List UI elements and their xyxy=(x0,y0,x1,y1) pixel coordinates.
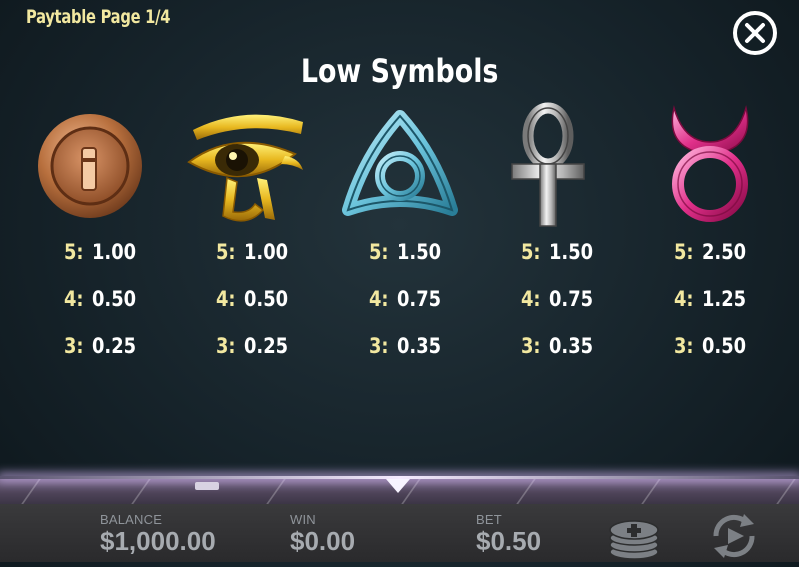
pay-row-5: 5: 2.50 xyxy=(674,240,784,287)
pay-row-3: 3: 0.25 xyxy=(64,334,174,381)
pay-row-5: 5: 1.00 xyxy=(64,240,174,287)
eye-of-horus-icon xyxy=(187,114,303,222)
pay-count: 3: xyxy=(674,334,694,358)
pay-value: 1.50 xyxy=(397,240,442,264)
pay-count: 3: xyxy=(521,334,541,358)
pay-count: 4: xyxy=(674,287,694,311)
balance-value: $1,000.00 xyxy=(100,526,216,556)
bet-label: BET xyxy=(476,512,502,527)
symbol-ankh xyxy=(478,100,618,230)
pay-row-4: 4: 0.50 xyxy=(216,287,326,334)
pay-count: 4: xyxy=(64,287,84,311)
pay-row-4: 4: 0.50 xyxy=(64,287,174,334)
symbol-eye-of-horus xyxy=(175,100,315,230)
pay-count: 4: xyxy=(521,287,541,311)
pay-count: 5: xyxy=(521,240,541,264)
tab-marker xyxy=(195,482,219,490)
pay-value: 0.50 xyxy=(244,287,289,311)
win-label: WIN xyxy=(290,512,316,527)
pay-value: 0.50 xyxy=(92,287,137,311)
pay-count: 3: xyxy=(216,334,236,358)
spin-icon xyxy=(713,514,755,558)
bronze-coin-icon xyxy=(38,114,142,218)
pay-value: 0.50 xyxy=(702,334,747,358)
spin-button[interactable] xyxy=(706,510,762,562)
pay-value: 1.50 xyxy=(549,240,594,264)
pay-count: 3: xyxy=(369,334,389,358)
paytable-column-4: 5: 1.50 4: 0.75 3: 0.35 xyxy=(521,240,631,381)
pay-row-3: 3: 0.35 xyxy=(369,334,479,381)
pay-count: 5: xyxy=(369,240,389,264)
pay-value: 0.75 xyxy=(397,287,442,311)
pay-value: 2.50 xyxy=(702,240,747,264)
pay-value: 0.25 xyxy=(244,334,289,358)
ankh-icon xyxy=(511,102,585,227)
chip-stack-icon xyxy=(609,520,659,560)
pay-value: 1.00 xyxy=(92,240,137,264)
taurus-symbol-icon xyxy=(671,105,749,222)
pay-value: 0.35 xyxy=(549,334,594,358)
symbol-triquetra xyxy=(330,100,470,230)
paytable-column-2: 5: 1.00 4: 0.50 3: 0.25 xyxy=(216,240,326,381)
pay-row-5: 5: 1.50 xyxy=(369,240,479,287)
pay-count: 3: xyxy=(64,334,84,358)
paytable-column-1: 5: 1.00 4: 0.50 3: 0.25 xyxy=(64,240,174,381)
pay-row-5: 5: 1.50 xyxy=(521,240,631,287)
bet-value: $0.50 xyxy=(476,526,542,556)
symbol-bronze-coin xyxy=(20,100,160,230)
pay-row-3: 3: 0.25 xyxy=(216,334,326,381)
pay-row-5: 5: 1.00 xyxy=(216,240,326,287)
pay-count: 5: xyxy=(64,240,84,264)
notch-indicator xyxy=(386,479,410,493)
close-icon xyxy=(733,11,777,55)
paytable-page-label: Paytable Page 1/4 xyxy=(26,6,171,28)
bet-adjust-button[interactable] xyxy=(606,514,662,560)
close-button[interactable] xyxy=(732,10,778,56)
pay-count: 5: xyxy=(216,240,236,264)
pay-value: 0.35 xyxy=(397,334,442,358)
pay-row-3: 3: 0.35 xyxy=(521,334,631,381)
pay-row-3: 3: 0.50 xyxy=(674,334,784,381)
pay-value: 1.25 xyxy=(702,287,747,311)
page-title: Low Symbols xyxy=(300,52,499,90)
pay-count: 4: xyxy=(216,287,236,311)
triquetra-icon xyxy=(342,110,458,216)
pay-value: 0.25 xyxy=(92,334,137,358)
balance-label: BALANCE xyxy=(100,512,163,527)
pay-count: 4: xyxy=(369,287,389,311)
pay-row-4: 4: 1.25 xyxy=(674,287,784,334)
symbol-taurus xyxy=(640,100,780,230)
pay-row-4: 4: 0.75 xyxy=(369,287,479,334)
paytable-column-5: 5: 2.50 4: 1.25 3: 0.50 xyxy=(674,240,784,381)
win-value: $0.00 xyxy=(290,526,356,556)
pay-row-4: 4: 0.75 xyxy=(521,287,631,334)
pay-value: 0.75 xyxy=(549,287,594,311)
pay-value: 1.00 xyxy=(244,240,289,264)
paytable-column-3: 5: 1.50 4: 0.75 3: 0.35 xyxy=(369,240,479,381)
pay-count: 5: xyxy=(674,240,694,264)
